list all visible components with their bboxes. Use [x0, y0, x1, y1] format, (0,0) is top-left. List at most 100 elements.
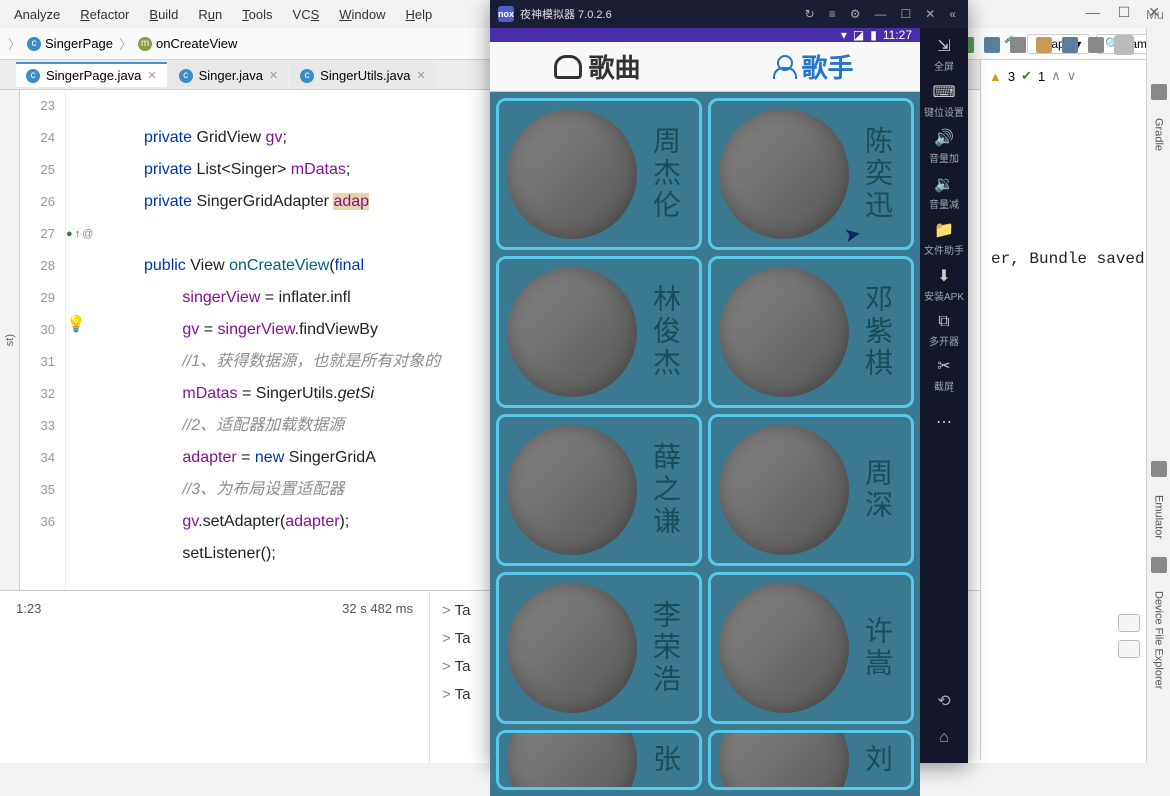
warning-icon[interactable]: ▲	[989, 69, 1002, 84]
singer-avatar	[507, 109, 637, 239]
android-home-button[interactable]: ⌂	[939, 729, 949, 747]
nox-sync-icon[interactable]: ↻	[801, 7, 819, 21]
breadcrumb-method[interactable]: monCreateView	[138, 36, 237, 51]
nox-install-apk-button[interactable]: ⬇安装APK	[922, 264, 966, 304]
nox-emulator-window: nox 夜神模拟器 7.0.2.6 ↻ ≡ ⚙ — ☐ ✕ « ▾ ◪ ▮ 11…	[490, 0, 968, 763]
nox-volume-up-button[interactable]: 🔊音量加	[922, 126, 966, 166]
singer-name: 周杰伦	[645, 126, 685, 222]
side-button-2[interactable]	[1118, 640, 1140, 658]
device-explorer-tab[interactable]: Device File Explorer	[1153, 585, 1165, 695]
menu-analyze[interactable]: Analyze	[6, 5, 68, 24]
close-icon[interactable]: ✕	[269, 69, 278, 82]
singer-cell[interactable]: 许嵩	[708, 572, 914, 724]
singer-avatar	[719, 583, 849, 713]
singer-cell[interactable]: 李荣浩	[496, 572, 702, 724]
emulator-tab[interactable]: Emulator	[1153, 489, 1165, 545]
toolbar-icon-4[interactable]	[1036, 37, 1052, 53]
android-back-button[interactable]: ⟲	[937, 691, 950, 711]
close-icon[interactable]: ✕	[417, 69, 426, 82]
nox-maximize-button[interactable]: ☐	[896, 7, 915, 21]
nox-device-screen: ▾ ◪ ▮ 11:27 歌曲 歌手 周杰伦 陈奕迅 林俊杰 邓紫棋 薛之谦 周深…	[490, 28, 920, 763]
tab-singers[interactable]: 歌手	[705, 42, 920, 91]
signal-icon: ◪	[853, 28, 864, 42]
close-icon[interactable]: ✕	[147, 69, 156, 82]
singer-grid[interactable]: 周杰伦 陈奕迅 林俊杰 邓紫棋 薛之谦 周深 李荣浩 许嵩 张 刘	[490, 92, 920, 796]
gradle-tab[interactable]: Gradle	[1153, 112, 1165, 157]
person-icon	[771, 55, 795, 79]
nox-title-text: 夜神模拟器 7.0.2.6	[520, 6, 612, 22]
device-explorer-icon[interactable]	[1151, 557, 1167, 573]
tab-singerutils[interactable]: cSingerUtils.java✕	[290, 62, 436, 87]
nox-settings-icon[interactable]: ⚙	[846, 7, 865, 21]
menu-build[interactable]: Build	[141, 5, 186, 24]
app-tabs: 歌曲 歌手	[490, 42, 920, 92]
breadcrumb-sep: 〉	[8, 34, 21, 53]
nox-keymap-button[interactable]: ⌨键位设置	[922, 80, 966, 120]
window-minimize-button[interactable]: —	[1086, 4, 1100, 21]
window-controls: — ☐ ✕	[1086, 4, 1160, 21]
wifi-icon: ▾	[841, 28, 847, 42]
nox-titlebar: nox 夜神模拟器 7.0.2.6 ↻ ≡ ⚙ — ☐ ✕ «	[490, 0, 968, 28]
nox-more-button[interactable]: ⋯	[922, 402, 966, 442]
menu-vcs[interactable]: VCS	[285, 5, 328, 24]
menu-refactor[interactable]: Refactor	[72, 5, 137, 24]
menu-run[interactable]: Run	[190, 5, 230, 24]
tab-songs[interactable]: 歌曲	[490, 42, 705, 91]
singer-cell[interactable]: 刘	[708, 730, 914, 790]
emulator-icon[interactable]	[1151, 461, 1167, 477]
singer-avatar	[719, 730, 849, 790]
singer-avatar	[719, 267, 849, 397]
side-button-1[interactable]	[1118, 614, 1140, 632]
nox-logo-icon: nox	[498, 6, 514, 22]
singer-cell[interactable]: 陈奕迅	[708, 98, 914, 250]
nox-multi-button[interactable]: ⧉多开器	[922, 310, 966, 350]
nox-volume-down-button[interactable]: 🔉音量减	[922, 172, 966, 212]
toolbar-icon-5[interactable]	[1062, 37, 1078, 53]
build-status: 1:23 32 s 482 ms	[0, 591, 430, 763]
nox-file-button[interactable]: 📁文件助手	[922, 218, 966, 258]
singer-avatar	[507, 267, 637, 397]
nox-fullscreen-button[interactable]: ⇲全屏	[922, 34, 966, 74]
menu-window[interactable]: Window	[331, 5, 393, 24]
nox-close-button[interactable]: ✕	[921, 7, 939, 21]
nox-minimize-button[interactable]: —	[870, 7, 890, 21]
intention-bulb-icon[interactable]: 💡	[66, 314, 136, 346]
singer-cell[interactable]: 张	[496, 730, 702, 790]
menu-help[interactable]: Help	[398, 5, 441, 24]
singer-cell[interactable]: 邓紫棋	[708, 256, 914, 408]
build-time: 1:23	[16, 601, 41, 616]
gradle-icon[interactable]	[1151, 84, 1167, 100]
nox-sidebar: ⇲全屏 ⌨键位设置 🔊音量加 🔉音量减 📁文件助手 ⬇安装APK ⧉多开器 ✂截…	[920, 28, 968, 763]
window-maximize-button[interactable]: ☐	[1118, 4, 1131, 21]
app-content: 歌曲 歌手 周杰伦 陈奕迅 林俊杰 邓紫棋 薛之谦 周深 李荣浩 许嵩 张 刘	[490, 42, 920, 796]
code-fragment: er, Bundle savedI	[991, 250, 1154, 268]
tab-singer[interactable]: cSinger.java✕	[169, 62, 289, 87]
nox-menu-icon[interactable]: ≡	[825, 7, 840, 21]
singer-avatar	[507, 425, 637, 555]
line-gutter: 23 24 25 26 27 28 29 30 31 32 33 34 35 3…	[20, 90, 66, 590]
left-tool-strip[interactable]: st)	[0, 90, 20, 590]
singer-cell[interactable]: 林俊杰	[496, 256, 702, 408]
singer-cell[interactable]: 周杰伦	[496, 98, 702, 250]
tab-singerpage[interactable]: cSingerPage.java✕	[16, 62, 167, 87]
android-status-bar: ▾ ◪ ▮ 11:27	[490, 28, 920, 42]
singer-cell[interactable]: 周深	[708, 414, 914, 566]
nav-up-icon[interactable]: ∧	[1051, 68, 1061, 84]
toolbar-icon-2[interactable]	[984, 37, 1000, 53]
nav-down-icon[interactable]: ∨	[1067, 68, 1077, 84]
singer-cell[interactable]: 薛之谦	[496, 414, 702, 566]
toolbar-icon-6[interactable]	[1088, 37, 1104, 53]
nox-screenshot-button[interactable]: ✂截屏	[922, 356, 966, 396]
side-small-buttons	[1118, 614, 1140, 658]
menu-tools[interactable]: Tools	[234, 5, 280, 24]
toolbar-icon-3[interactable]	[1010, 37, 1026, 53]
headphones-icon	[554, 55, 582, 79]
nox-collapse-icon[interactable]: «	[945, 7, 960, 21]
check-icon[interactable]: ✔	[1021, 68, 1032, 84]
right-tool-strip: Gradle Emulator Device File Explorer	[1146, 28, 1170, 763]
gutter-icons: ●↑@ 💡	[66, 90, 136, 590]
window-close-button[interactable]: ✕	[1148, 4, 1160, 21]
breadcrumb-class[interactable]: cSingerPage	[27, 36, 113, 51]
singer-avatar	[719, 425, 849, 555]
user-avatar-icon[interactable]	[1114, 35, 1134, 55]
